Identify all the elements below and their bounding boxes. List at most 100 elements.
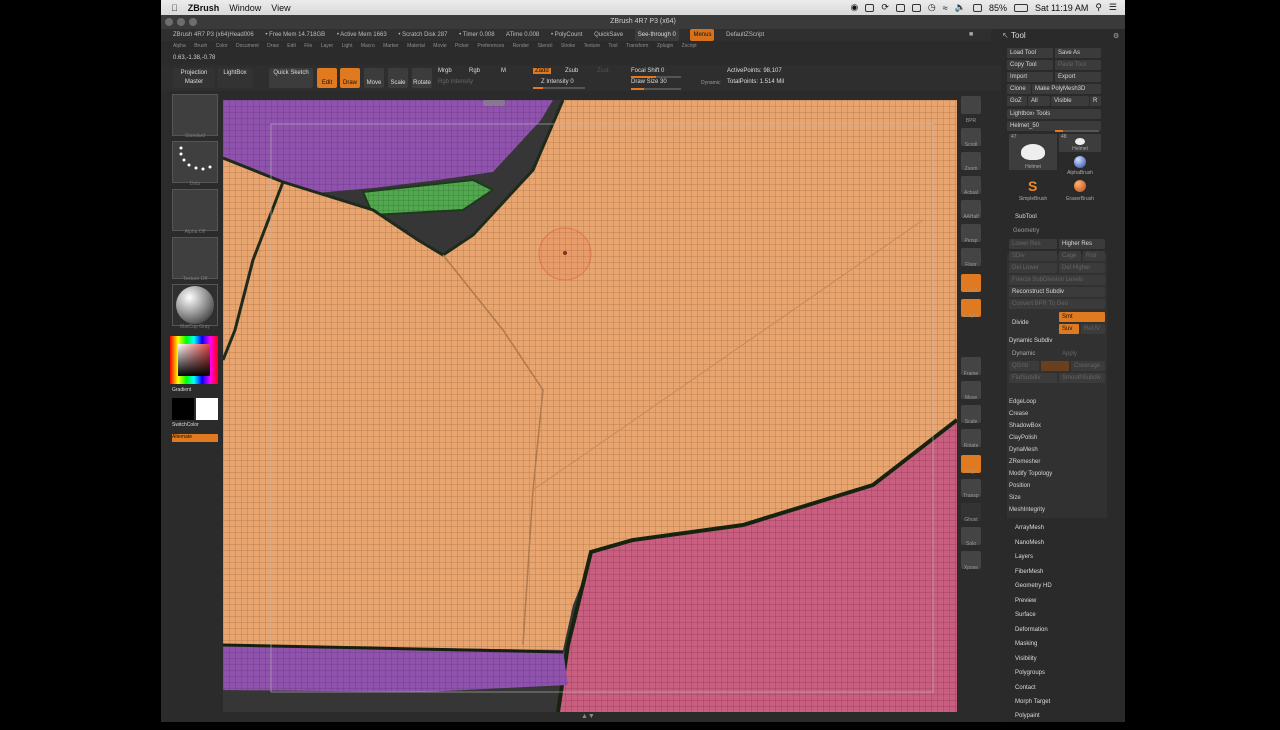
palette-pin-icon[interactable]: ↖: [1002, 31, 1009, 40]
lightbox-button[interactable]: LightBox: [217, 68, 253, 88]
minimize-window-button[interactable]: [177, 18, 185, 26]
polypaint-section[interactable]: Polypaint: [1015, 713, 1040, 719]
z-intensity-bar[interactable]: [533, 87, 585, 89]
visibility-section[interactable]: Visibility: [1015, 656, 1037, 662]
clock-icon[interactable]: ◷: [928, 2, 936, 13]
menu-tool[interactable]: Tool: [608, 43, 617, 49]
viewport-top-handle[interactable]: [483, 100, 505, 106]
sync-icon[interactable]: ⟳: [881, 2, 889, 13]
flatsubdiv-slider[interactable]: FlatSubdiv: [1009, 373, 1057, 383]
rotate-button[interactable]: Rotate: [412, 68, 432, 88]
notification-icon[interactable]: ☰: [1109, 2, 1117, 13]
coverage-slider[interactable]: Coverage: [1071, 361, 1105, 371]
menus-toggle[interactable]: Menus: [690, 29, 715, 41]
menu-draw[interactable]: Draw: [267, 43, 279, 49]
quick-sketch-button[interactable]: Quick Sketch: [269, 68, 313, 88]
palette-settings-icon[interactable]: ⚙: [1113, 32, 1119, 40]
menu-view[interactable]: View: [271, 3, 290, 13]
zadd-button[interactable]: Zadd: [533, 68, 551, 74]
zsub-button[interactable]: Zsub: [565, 68, 578, 74]
texture-thumbnail[interactable]: [172, 237, 218, 279]
divide-button[interactable]: Divide: [1009, 318, 1057, 328]
dynamic-subdiv-section[interactable]: Dynamic Subdiv: [1009, 338, 1052, 344]
meshintegrity-item[interactable]: MeshIntegrity: [1009, 507, 1045, 513]
status-icon-2[interactable]: [865, 3, 875, 12]
del-higher-button[interactable]: Del Higher: [1059, 263, 1105, 273]
status-icon-4[interactable]: [972, 3, 982, 12]
draw-size-slider[interactable]: Draw Size 30: [631, 79, 667, 85]
main-color-swatch[interactable]: [172, 398, 194, 420]
menu-marker[interactable]: Marker: [383, 43, 399, 49]
r-button[interactable]: R: [1090, 96, 1101, 106]
dynamesh-item[interactable]: DynaMesh: [1009, 447, 1038, 453]
menu-brush[interactable]: Brush: [194, 43, 207, 49]
crease-item[interactable]: Crease: [1009, 411, 1028, 417]
menu-material[interactable]: Material: [407, 43, 425, 49]
mrgb-button[interactable]: Mrgb: [438, 68, 452, 74]
sdiv-slider[interactable]: SDiv: [1009, 251, 1057, 261]
reuv-toggle[interactable]: ReUV: [1081, 324, 1105, 334]
tool-thumb-alphabrush[interactable]: AlphaBrush: [1059, 154, 1101, 176]
morph-target-section[interactable]: Morph Target: [1015, 699, 1050, 705]
edgeloop-item[interactable]: EdgeLoop: [1009, 399, 1036, 405]
menu-alpha[interactable]: Alpha: [173, 43, 186, 49]
polygroups-section[interactable]: Polygroups: [1015, 670, 1045, 676]
projection-master-button[interactable]: Projection Master: [173, 68, 215, 88]
apple-icon[interactable]: : [171, 3, 178, 13]
zoom-window-button[interactable]: [189, 18, 197, 26]
copy-tool-button[interactable]: Copy Tool: [1007, 60, 1053, 70]
default-zscript-button[interactable]: DefaultZScript: [726, 32, 764, 38]
lower-res-button[interactable]: Lower Res: [1009, 239, 1057, 249]
viewport-canvas[interactable]: [223, 100, 957, 712]
rgb-button[interactable]: Rgb: [469, 68, 480, 74]
import-button[interactable]: Import: [1007, 72, 1053, 82]
size-item[interactable]: Size: [1009, 495, 1021, 501]
move-button[interactable]: Move: [364, 68, 384, 88]
apply-button[interactable]: Apply: [1059, 349, 1105, 359]
status-icon-3[interactable]: [895, 3, 905, 12]
masking-section[interactable]: Masking: [1015, 641, 1037, 647]
contact-section[interactable]: Contact: [1015, 685, 1036, 691]
draw-button[interactable]: Draw: [340, 68, 360, 88]
bpr-button[interactable]: [961, 96, 981, 114]
nanomesh-section[interactable]: NanoMesh: [1015, 540, 1044, 546]
airplay-icon[interactable]: [911, 3, 921, 12]
menu-color[interactable]: Color: [216, 43, 228, 49]
volume-icon[interactable]: 🔈: [955, 2, 966, 13]
cage-button[interactable]: Cage: [1059, 251, 1081, 261]
menu-document[interactable]: Document: [236, 43, 259, 49]
switch-color-button[interactable]: SwitchColor: [172, 422, 218, 428]
focal-shift-slider[interactable]: Focal Shift 0: [631, 68, 664, 74]
position-item[interactable]: Position: [1009, 483, 1030, 489]
qgrid-slider[interactable]: QGrid: [1009, 361, 1039, 371]
menu-render[interactable]: Render: [513, 43, 529, 49]
menu-zplugin[interactable]: Zplugin: [657, 43, 673, 49]
gradient-label[interactable]: Gradient: [172, 387, 218, 393]
modify-topology-item[interactable]: Modify Topology: [1009, 471, 1052, 477]
dynamic-button[interactable]: Dynamic: [1009, 349, 1057, 359]
menu-stroke[interactable]: Stroke: [561, 43, 575, 49]
make-polymesh-button[interactable]: Make PolyMesh3D: [1032, 84, 1101, 94]
menu-texture[interactable]: Texture: [584, 43, 600, 49]
quicksave-button[interactable]: QuickSave: [594, 32, 623, 38]
brush-thumbnail[interactable]: [172, 94, 218, 136]
edit-button[interactable]: Edit: [317, 68, 337, 88]
deformation-section[interactable]: Deformation: [1015, 627, 1048, 633]
secondary-color-swatch[interactable]: [196, 398, 218, 420]
rstr-button[interactable]: Rstr: [1083, 251, 1105, 261]
paste-tool-button[interactable]: Paste Tool: [1055, 60, 1101, 70]
suv-toggle[interactable]: Suv: [1059, 324, 1079, 334]
freeze-subdiv-button[interactable]: Freeze SubDivision Levels: [1009, 275, 1105, 285]
del-lower-button[interactable]: Del Lower: [1009, 263, 1057, 273]
status-icon-1[interactable]: ◉: [851, 2, 859, 13]
convert-bpr-button[interactable]: Convert BPR To Geo: [1009, 299, 1105, 309]
zcut-button[interactable]: Zcut: [597, 68, 609, 74]
menu-app-name[interactable]: ZBrush: [188, 3, 220, 13]
menu-zscript[interactable]: Zscript: [682, 43, 697, 49]
alternate-button[interactable]: Alternate: [172, 434, 218, 442]
menu-preferences[interactable]: Preferences: [477, 43, 504, 49]
load-tool-button[interactable]: Load Tool: [1007, 48, 1053, 58]
goz-button[interactable]: GoZ: [1007, 96, 1027, 106]
dynamic-toggle[interactable]: Dynamic: [701, 80, 720, 86]
battery-icon[interactable]: [1013, 3, 1028, 12]
